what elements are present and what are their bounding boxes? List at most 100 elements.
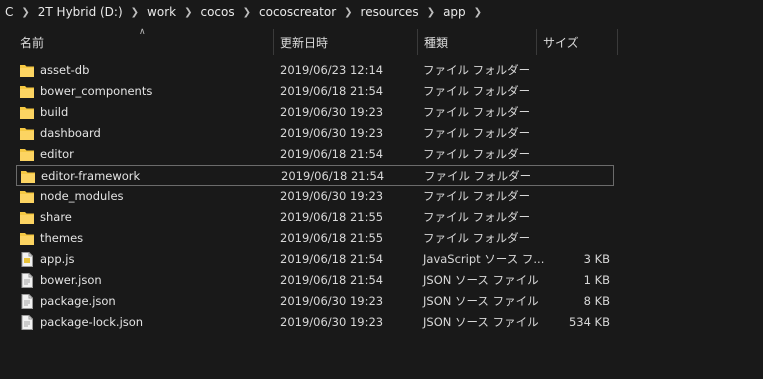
file-size <box>536 60 610 81</box>
folder-icon <box>20 191 34 203</box>
file-name: dashboard <box>40 126 101 140</box>
folder-icon <box>20 149 34 161</box>
column-header-type[interactable]: 種類 <box>424 29 448 55</box>
chevron-right-icon[interactable]: ❯ <box>424 7 438 18</box>
file-size <box>536 228 610 249</box>
chevron-right-icon[interactable]: ❯ <box>471 7 485 18</box>
file-type: ファイル フォルダー <box>423 105 531 119</box>
file-name: package-lock.json <box>40 315 144 329</box>
file-name: build <box>40 105 69 119</box>
file-size <box>536 207 610 228</box>
file-modified-date: 2019/06/18 21:55 <box>280 210 384 224</box>
column-divider[interactable] <box>273 29 274 55</box>
file-list-item[interactable]: build 2019/06/30 19:23 ファイル フォルダー <box>16 102 614 123</box>
breadcrumb-item-cocos[interactable]: cocos <box>195 5 239 19</box>
breadcrumb-item-resources[interactable]: resources <box>356 5 424 19</box>
file-list-item[interactable]: dashboard 2019/06/30 19:23 ファイル フォルダー <box>16 123 614 144</box>
breadcrumb: C ❯ 2T Hybrid (D:) ❯ work ❯ cocos ❯ coco… <box>0 0 485 24</box>
file-modified-date: 2019/06/18 21:54 <box>280 273 384 287</box>
column-header-date[interactable]: 更新日時 <box>280 29 328 55</box>
file-name: asset-db <box>40 63 90 77</box>
file-type: ファイル フォルダー <box>423 147 531 161</box>
folder-icon <box>20 65 34 77</box>
file-list-item[interactable]: editor-framework 2019/06/18 21:54 ファイル フォル… <box>16 165 614 186</box>
file-name: themes <box>40 231 84 245</box>
file-type: ファイル フォルダー <box>423 210 531 224</box>
column-divider[interactable] <box>417 29 418 55</box>
file-list-item[interactable]: share 2019/06/18 21:55 ファイル フォルダー <box>16 207 614 228</box>
file-type: JSON ソース ファイル <box>423 315 539 329</box>
js-file-icon <box>21 252 33 267</box>
column-header-size-label: サイズ <box>543 35 579 50</box>
file-size <box>536 81 610 102</box>
file-modified-date: 2019/06/18 21:54 <box>280 252 384 266</box>
file-list-item[interactable]: node_modules 2019/06/30 19:23 ファイル フォルダー <box>16 186 614 207</box>
file-icon <box>21 273 33 288</box>
file-name: bower_components <box>40 84 153 98</box>
column-header-type-label: 種類 <box>424 35 449 50</box>
column-header-name[interactable]: 名前 <box>20 29 44 55</box>
file-list-item[interactable]: bower_components 2019/06/18 21:54 ファイル フォル… <box>16 81 614 102</box>
file-explorer-window: C ❯ 2T Hybrid (D:) ❯ work ❯ cocos ❯ coco… <box>0 0 763 379</box>
file-modified-date: 2019/06/30 19:23 <box>280 105 384 119</box>
file-size <box>536 123 610 144</box>
column-header-name-label: 名前 <box>20 35 45 50</box>
file-modified-date: 2019/06/18 21:55 <box>280 231 384 245</box>
file-list-item[interactable]: bower.json 2019/06/18 21:54 JSON ソース ファイル 1… <box>16 270 614 291</box>
file-name: package.json <box>40 294 116 308</box>
file-list-item[interactable]: package.json 2019/06/30 19:23 JSON ソース ファイ… <box>16 291 614 312</box>
file-list-item[interactable]: package-lock.json 2019/06/30 19:23 JSON ソー… <box>16 312 614 333</box>
folder-icon <box>20 107 34 119</box>
file-modified-date: 2019/06/18 21:54 <box>281 169 385 183</box>
file-type: ファイル フォルダー <box>423 189 531 203</box>
folder-icon <box>20 212 34 224</box>
chevron-right-icon[interactable]: ❯ <box>181 7 195 18</box>
file-size: 3 KB <box>583 252 610 266</box>
breadcrumb-item-work[interactable]: work <box>142 5 181 19</box>
file-modified-date: 2019/06/18 21:54 <box>280 147 384 161</box>
file-type: ファイル フォルダー <box>423 84 531 98</box>
file-icon <box>21 294 33 309</box>
file-size: 1 KB <box>583 273 610 287</box>
file-size <box>536 186 610 207</box>
address-bar[interactable]: C ❯ 2T Hybrid (D:) ❯ work ❯ cocos ❯ coco… <box>0 0 763 26</box>
file-modified-date: 2019/06/30 19:23 <box>280 126 384 140</box>
file-list-item[interactable]: themes 2019/06/18 21:55 ファイル フォルダー <box>16 228 614 249</box>
breadcrumb-item-drive[interactable]: 2T Hybrid (D:) <box>33 5 128 19</box>
file-list-item[interactable]: editor 2019/06/18 21:54 ファイル フォルダー <box>16 144 614 165</box>
file-name: editor-framework <box>41 169 141 183</box>
breadcrumb-item-cocoscreator[interactable]: cocoscreator <box>254 5 341 19</box>
chevron-right-icon[interactable]: ❯ <box>240 7 254 18</box>
file-type: ファイル フォルダー <box>423 231 531 245</box>
folder-icon <box>20 233 34 245</box>
file-type: ファイル フォルダー <box>423 126 531 140</box>
breadcrumb-item-drive-letter[interactable]: C <box>0 5 18 19</box>
file-size <box>537 166 611 187</box>
file-modified-date: 2019/06/30 19:23 <box>280 315 384 329</box>
file-modified-date: 2019/06/30 19:23 <box>280 294 384 308</box>
file-size: 8 KB <box>583 294 610 308</box>
file-name: share <box>40 210 72 224</box>
file-type: ファイル フォルダー <box>423 63 531 77</box>
file-type: ファイル フォルダー <box>424 169 532 183</box>
file-list-item[interactable]: app.js 2019/06/18 21:54 JavaScript ソース フ..… <box>16 249 614 270</box>
column-header: 名前 更新日時 種類 サイズ <box>0 29 763 55</box>
file-name: node_modules <box>40 189 124 203</box>
file-modified-date: 2019/06/23 12:14 <box>280 63 384 77</box>
file-size <box>536 144 610 165</box>
column-divider[interactable] <box>536 29 537 55</box>
column-header-size[interactable]: サイズ <box>543 29 579 55</box>
file-list-item[interactable]: asset-db 2019/06/23 12:14 ファイル フォルダー <box>16 60 614 81</box>
file-type: JavaScript ソース フ... <box>423 252 545 266</box>
chevron-right-icon[interactable]: ❯ <box>341 7 355 18</box>
column-divider[interactable] <box>617 29 618 55</box>
file-type: JSON ソース ファイル <box>423 273 539 287</box>
folder-icon <box>21 171 35 183</box>
column-header-date-label: 更新日時 <box>280 35 329 50</box>
file-size: 534 KB <box>568 315 610 329</box>
breadcrumb-item-app[interactable]: app <box>438 5 471 19</box>
folder-icon <box>20 86 34 98</box>
chevron-right-icon[interactable]: ❯ <box>18 7 32 18</box>
file-icon <box>21 315 33 330</box>
chevron-right-icon[interactable]: ❯ <box>128 7 142 18</box>
